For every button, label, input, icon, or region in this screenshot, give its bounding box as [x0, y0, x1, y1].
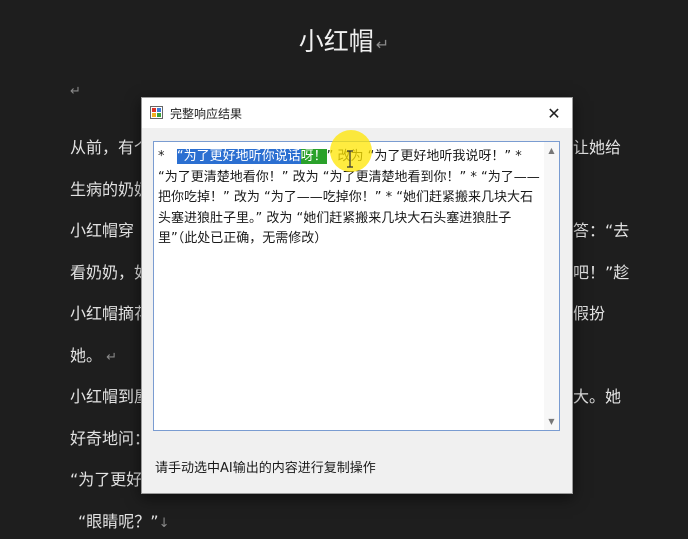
doc-line: 让她给	[573, 138, 622, 157]
doc-line: 大。她	[573, 387, 622, 406]
doc-line: 从前，有个	[70, 138, 151, 157]
paragraph-mark-icon: ↵	[70, 84, 81, 99]
doc-line: “为了更好	[70, 470, 143, 489]
close-icon: ✕	[547, 103, 561, 123]
doc-line: 好奇地问：	[70, 429, 151, 448]
paragraph-mark-icon: ↓	[158, 516, 170, 531]
doc-line: 吧！”趁	[573, 263, 630, 282]
scroll-up-arrow-icon[interactable]: ▲	[544, 143, 559, 158]
doc-line: 假扮	[573, 304, 606, 323]
doc-line: 生病的奶奶	[70, 180, 151, 199]
paragraph-mark-icon: ↵	[375, 35, 390, 54]
document-title: 小红帽 ↵	[298, 27, 390, 56]
scroll-down-arrow-icon[interactable]: ▼	[544, 414, 559, 429]
close-button[interactable]: ✕	[536, 98, 572, 128]
doc-line: 小红帽到屋	[70, 387, 151, 406]
response-textbox[interactable]: * “为了更好地听你说话呀！” 改为 “为了更好地听我说呀！” * “为了更清楚…	[153, 141, 560, 431]
text-cursor-icon	[347, 150, 353, 168]
dialog-titlebar[interactable]: 完整响应结果 ✕	[142, 98, 572, 128]
doc-line: “眼睛呢？”↓	[78, 512, 170, 531]
paragraph-mark-icon: ↵	[102, 350, 118, 365]
doc-line: 小红帽穿	[70, 221, 135, 240]
doc-line: 小红帽摘花	[70, 304, 151, 323]
doc-line: 看奶奶，如	[70, 263, 151, 282]
dialog-title: 完整响应结果	[170, 107, 243, 121]
vertical-scrollbar[interactable]: ▲ ▼	[544, 142, 559, 430]
instruction-label: 请手动选中AI输出的内容进行复制操作	[155, 461, 376, 476]
app-icon	[150, 106, 163, 119]
doc-line: 答：“去	[573, 221, 630, 240]
selected-text: “为了更好地听你说话	[176, 149, 301, 164]
selected-text-highlight: 呀！	[300, 149, 327, 164]
doc-line: 她。 ↵	[70, 346, 118, 365]
